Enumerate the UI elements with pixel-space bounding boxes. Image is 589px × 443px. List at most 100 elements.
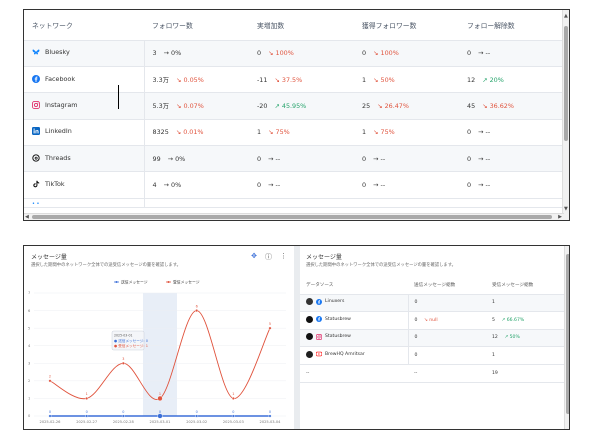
data-source-cell[interactable]: Statusbrew [300, 311, 409, 330]
table-row[interactable]: BrewHQ Amritsar 0 1 [300, 346, 564, 365]
message-table-vertical-scrollbar[interactable] [564, 246, 569, 429]
data-point[interactable] [85, 396, 89, 400]
legend-label[interactable]: 受信メッセージ [173, 279, 200, 284]
column-header-followers[interactable]: フォロワー数 [144, 10, 249, 41]
network-cell[interactable]: Threads [24, 145, 145, 173]
facebook-icon [316, 298, 322, 305]
network-cell[interactable]: TikTok [24, 171, 145, 199]
table-row-partial: • • [24, 198, 564, 208]
data-source-cell[interactable]: Linuxers [300, 294, 409, 312]
avatar [306, 315, 313, 323]
threads-icon [32, 154, 40, 162]
data-point[interactable] [195, 414, 199, 418]
network-cell[interactable]: LinkedIn [24, 119, 145, 147]
gained-followers-value: 0 [362, 154, 367, 163]
data-point[interactable] [85, 414, 89, 418]
followers-change: → 0% [163, 181, 182, 190]
data-point[interactable] [48, 414, 52, 418]
net-growth-change: ↘ 75% [268, 128, 290, 137]
gained-followers-change: ↘ 100% [373, 49, 399, 58]
unfollows-change: → -- [478, 154, 491, 163]
more-icon[interactable]: ⋮ [280, 252, 287, 262]
unfollows-value: 0 [467, 128, 472, 137]
followers-cell: 99 → 0% [144, 145, 249, 173]
table-row[interactable]: Facebook 3.3万 ↘ 0.05% -11 ↘ 37.5% 1 ↘ 50… [24, 66, 564, 94]
data-source-cell[interactable]: Statusbrew [300, 329, 409, 347]
column-header-data-source[interactable]: データソース [300, 276, 408, 295]
data-label: 0 [122, 410, 124, 414]
unfollows-cell: 0 → -- [459, 119, 564, 147]
column-header-sent-total[interactable]: 送信メッセージ総数 [408, 276, 486, 295]
column-header-gained-followers[interactable]: 獲得フォロワー数 [354, 10, 459, 41]
data-point[interactable] [268, 326, 272, 330]
data-label: 3 [122, 357, 124, 361]
scrollbar-thumb[interactable] [566, 254, 569, 414]
network-cell[interactable]: Instagram [24, 92, 145, 120]
column-header-received-total[interactable]: 受信メッセージ総数 [486, 276, 564, 295]
network-cell[interactable]: Bluesky [24, 40, 145, 67]
legend-marker [115, 281, 118, 283]
scrollbar-thumb[interactable] [564, 26, 568, 141]
network-table-vertical-scrollbar[interactable]: ▲ ▼ [562, 10, 569, 220]
data-point[interactable] [121, 361, 125, 365]
data-point[interactable] [231, 414, 235, 418]
network-name: Bluesky [45, 48, 70, 57]
data-source-cell[interactable]: BrewHQ Amritsar [300, 346, 409, 365]
table-row[interactable]: Linuxers 0 1 [300, 294, 564, 312]
data-label: 1 [159, 392, 161, 396]
message-volume-table-card: メッセージ量 選択した期間中のネットワーク全体での送受信メッセージの量を確認しま… [300, 246, 569, 429]
legend-label[interactable]: 送信メッセージ [121, 279, 148, 284]
data-point[interactable] [157, 395, 163, 402]
table-row[interactable]: Threads 99 → 0% 0 → -- 0 → -- 0 → -- [24, 145, 564, 173]
data-point[interactable] [195, 309, 199, 313]
followers-cell: 5.3万 ↘ 0.07% [144, 92, 249, 120]
followers-value: 3 [152, 49, 157, 58]
tooltip-date: 2025-03-01 [114, 334, 133, 338]
column-header-net-growth[interactable]: 実増加数 [249, 10, 354, 41]
scroll-right-arrow-icon[interactable]: ▶ [558, 214, 562, 220]
table-row[interactable]: Statusbrew 0 12 ↗ 50% [300, 329, 564, 347]
footer-cell: -- [300, 364, 408, 383]
gained-followers-cell: 0 → -- [354, 145, 459, 173]
data-point[interactable] [48, 379, 52, 383]
data-point[interactable] [268, 414, 272, 418]
data-label: 0 [86, 410, 88, 414]
sent-total-value: 0 [414, 300, 418, 306]
network-name: Facebook [45, 74, 76, 83]
data-point[interactable] [231, 396, 235, 400]
table-row[interactable]: Instagram 5.3万 ↘ 0.07% -20 ↗ 45.95% 25 ↘… [24, 92, 564, 120]
facebook-icon [316, 316, 322, 323]
gained-followers-value: 25 [362, 101, 371, 110]
table-row[interactable]: LinkedIn 8325 ↘ 0.01% 1 ↘ 75% 1 ↘ 75% 0 … [24, 119, 564, 147]
y-tick-label: 6 [28, 309, 31, 313]
table-row[interactable]: Bluesky 3 → 0% 0 ↘ 100% 0 ↘ 100% 0 → -- [24, 40, 564, 67]
data-point[interactable] [121, 414, 125, 418]
tooltip-received: ● 受信メッセージ: 1 [114, 343, 148, 348]
net-growth-value: 0 [257, 49, 262, 58]
net-growth-value: 1 [257, 128, 262, 137]
footer-cell: -- [408, 364, 486, 383]
table-card-subtitle: 選択した期間中のネットワーク全体での送受信メッセージの量を確認します。 [306, 263, 456, 268]
chart-title: メッセージ量 [31, 254, 67, 261]
footer-cell: 19 [486, 364, 564, 383]
table-row[interactable]: TikTok 4 → 0% 0 → -- 0 → -- 0 → -- [24, 171, 564, 199]
table-row[interactable]: Statusbrew 0 ↘ null 5 ↗ 66.67% [300, 311, 564, 330]
data-point[interactable] [157, 413, 163, 419]
net-growth-change: ↘ 37.5% [274, 75, 303, 84]
scroll-left-arrow-icon[interactable]: ◀ [25, 214, 29, 220]
x-tick-label: 2025-03-01 [150, 420, 171, 424]
scrollbar-thumb[interactable] [32, 215, 552, 219]
network-cell[interactable]: Facebook [24, 66, 145, 94]
network-table-header: ネットワーク フォロワー数 実増加数 獲得フォロワー数 フォロー解除数 [24, 10, 564, 41]
scroll-down-arrow-icon[interactable]: ▼ [564, 206, 568, 212]
network-table-horizontal-scrollbar[interactable]: ◀ ▶ [24, 213, 564, 220]
tooltip-sent: ● 送信メッセージ: 0 [114, 338, 149, 343]
move-icon[interactable]: ✥ [251, 252, 257, 262]
x-tick-label: 2025-02-28 [113, 420, 135, 424]
scroll-up-arrow-icon[interactable]: ▲ [564, 13, 568, 19]
column-header-unfollows[interactable]: フォロー解除数 [459, 10, 564, 41]
info-icon[interactable]: ⓘ [265, 252, 272, 262]
message-volume-line-chart[interactable]: 012345672025-02-26 2025-02-27 2025-02-28 20… [24, 272, 294, 430]
gained-followers-value: 0 [362, 49, 367, 58]
column-header-network[interactable]: ネットワーク [24, 10, 144, 41]
